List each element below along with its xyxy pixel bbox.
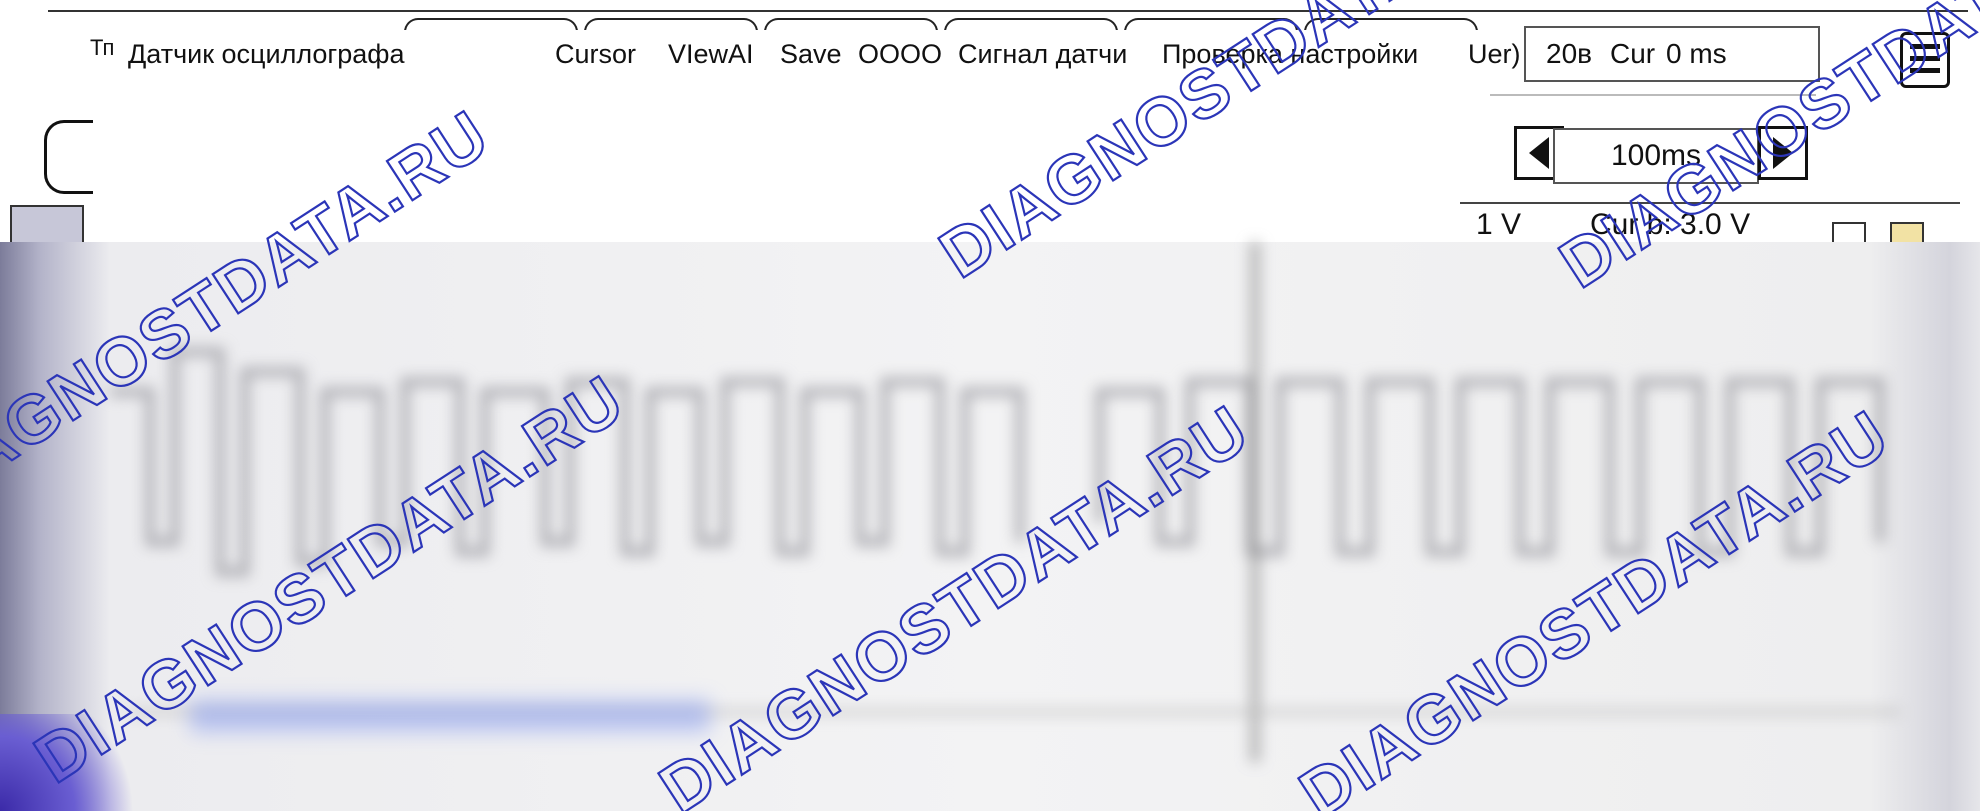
selection-bar [190,700,710,732]
status-cursor-b: Cur b: 3.0 V [1590,208,1751,241]
oscilloscope-plot[interactable] [0,242,1980,811]
menu-save[interactable]: Save [780,30,842,78]
menu-cursor[interactable]: Cursor [555,30,636,78]
status-scale: 1 V [1476,208,1522,241]
menu-user[interactable]: Uer) [1468,30,1521,78]
voltage-label: 20в [1546,38,1593,69]
next-timebase-button[interactable] [1758,126,1808,180]
window-title-prefix: Тп [90,35,115,60]
triangle-right-icon [1773,137,1793,169]
corner-glow [0,714,135,811]
toolbar-divider [1490,94,1816,96]
menu-oooo[interactable]: OOOO [858,30,942,78]
cursor-value-field[interactable]: 20в Cur 0 ms [1524,26,1820,82]
cursor-value: 0 ms [1666,38,1727,69]
timebase-field[interactable]: 100ms [1553,128,1759,184]
cursor-label: Cur [1610,38,1656,69]
hamburger-icon[interactable] [1900,32,1950,88]
window-top-rule [48,10,1968,12]
title-strip: Тп Датчик осциллографа Cursor VIewAI Sav… [58,30,1528,78]
menu-view[interactable]: VIewAI [668,30,754,78]
toolbar-area: Тп Датчик осциллографа Cursor VIewAI Sav… [0,0,1980,249]
menu-settings-check[interactable]: Проверка настройки [1158,30,1419,78]
trace-left-segment [110,347,1025,577]
left-panel-frame [44,120,93,194]
trace-right-segment [1095,377,1885,557]
window-title: Датчик осциллографа [128,39,405,69]
status-bar: 1 V Cur b: 3.0 V [1460,202,1960,246]
